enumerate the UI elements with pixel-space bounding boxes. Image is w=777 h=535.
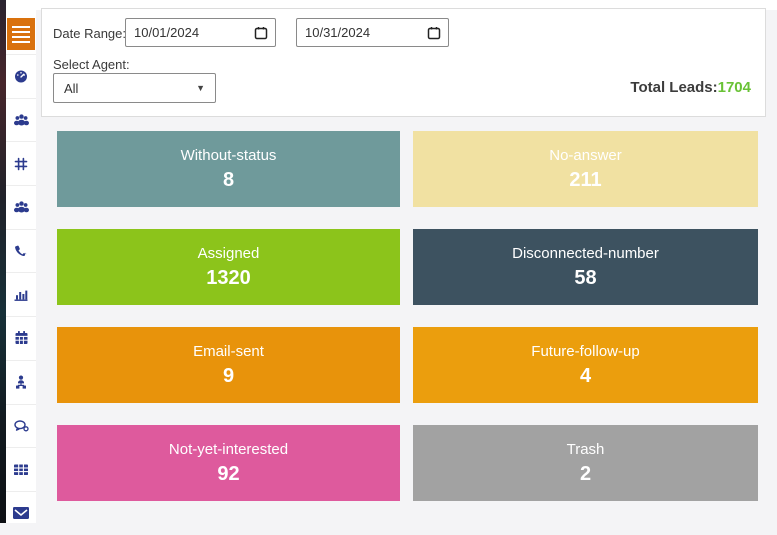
status-cards-grid: Without-status 8 No-answer 211 Assigned 1320 D… xyxy=(57,131,758,501)
sidebar-item-calendar[interactable] xyxy=(6,316,36,360)
hamburger-menu-button[interactable] xyxy=(7,18,35,50)
status-card-disconnected-number[interactable]: Disconnected-number 58 xyxy=(413,229,758,305)
agent-select-value: All xyxy=(64,80,79,96)
sidebar-item-hash[interactable] xyxy=(6,141,36,185)
user-group-icon xyxy=(13,199,30,215)
status-card-label: Email-sent xyxy=(193,342,264,360)
hash-icon xyxy=(13,156,29,172)
dashboard-icon xyxy=(13,68,29,84)
total-leads-label: Total Leads: xyxy=(630,79,718,96)
status-card-value: 4 xyxy=(579,364,592,387)
main-content: Date Range: Select Agent: All ▼ Total Le… xyxy=(36,0,777,523)
status-card-label: Without-status xyxy=(180,146,277,164)
sidebar-item-person-network[interactable] xyxy=(6,359,36,404)
status-card-without-status[interactable]: Without-status 8 xyxy=(57,131,400,207)
status-card-value: 1320 xyxy=(206,266,251,289)
comments-icon xyxy=(13,418,30,434)
status-card-no-answer[interactable]: No-answer 211 xyxy=(413,131,758,207)
envelope-icon xyxy=(12,506,30,520)
status-card-label: Future-follow-up xyxy=(531,342,640,360)
status-card-value: 92 xyxy=(217,462,240,485)
calendar-picker-icon[interactable] xyxy=(254,26,268,45)
status-card-value: 211 xyxy=(569,168,602,191)
status-card-value: 58 xyxy=(574,266,597,289)
status-card-label: No-answer xyxy=(549,146,622,164)
chevron-down-icon: ▼ xyxy=(196,83,205,93)
agent-select[interactable]: All ▼ xyxy=(53,73,216,103)
users-icon xyxy=(13,112,30,128)
sidebar-icon-list xyxy=(6,54,36,535)
status-card-value: 8 xyxy=(222,168,235,191)
status-card-value: 9 xyxy=(222,364,235,387)
status-card-label: Assigned xyxy=(197,244,260,262)
total-leads-value: 1704 xyxy=(717,79,751,96)
calendar-picker-icon[interactable] xyxy=(427,26,441,45)
sidebar-item-dashboard[interactable] xyxy=(6,54,36,98)
phone-icon xyxy=(13,243,29,259)
sidebar-item-envelope[interactable] xyxy=(6,490,36,535)
total-leads: Total Leads:1704 xyxy=(630,79,751,96)
status-card-label: Disconnected-number xyxy=(512,244,659,262)
date-range-label: Date Range: xyxy=(53,26,126,41)
sidebar-item-table[interactable] xyxy=(6,447,36,491)
status-card-assigned[interactable]: Assigned 1320 xyxy=(57,229,400,305)
person-network-icon xyxy=(13,374,29,390)
status-card-trash[interactable]: Trash 2 xyxy=(413,425,758,501)
sidebar-item-user-group[interactable] xyxy=(6,185,36,229)
sidebar xyxy=(6,0,36,523)
table-icon xyxy=(13,462,29,477)
bar-chart-icon xyxy=(13,287,29,303)
sidebar-item-bar-chart[interactable] xyxy=(6,272,36,316)
select-agent-label: Select Agent: xyxy=(53,57,130,72)
status-card-not-yet-interested[interactable]: Not-yet-interested 92 xyxy=(57,425,400,501)
filter-panel: Date Range: Select Agent: All ▼ Total Le… xyxy=(41,8,766,117)
status-card-label: Trash xyxy=(566,440,605,458)
status-card-future-follow-up[interactable]: Future-follow-up 4 xyxy=(413,327,758,403)
sidebar-item-phone[interactable] xyxy=(6,228,36,273)
calendar-icon xyxy=(14,330,29,346)
sidebar-item-comments[interactable] xyxy=(6,403,36,448)
status-card-email-sent[interactable]: Email-sent 9 xyxy=(57,327,400,403)
status-card-value: 2 xyxy=(579,462,592,485)
status-card-label: Not-yet-interested xyxy=(168,440,289,458)
sidebar-item-users[interactable] xyxy=(6,97,36,142)
